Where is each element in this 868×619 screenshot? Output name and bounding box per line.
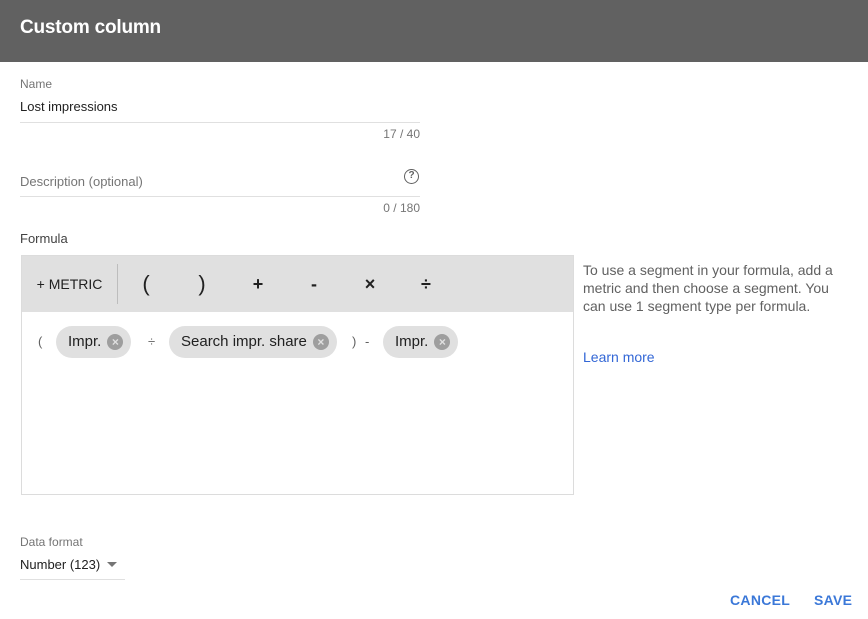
learn-more-link[interactable]: Learn more — [583, 349, 655, 365]
multiply-button[interactable]: × — [350, 256, 390, 312]
token-open-paren: ( — [38, 334, 43, 349]
data-format-underline — [20, 579, 125, 580]
divide-button[interactable]: ÷ — [406, 256, 446, 312]
add-metric-button[interactable]: + METRIC — [22, 256, 117, 312]
cancel-button[interactable]: CANCEL — [730, 592, 790, 608]
help-circle-icon[interactable]: ? — [404, 169, 419, 184]
description-input[interactable]: Description (optional) — [20, 174, 390, 189]
metric-chip-impr[interactable]: Impr. × — [56, 326, 132, 358]
name-input[interactable]: Lost impressions — [20, 99, 420, 114]
token-minus: - — [365, 334, 370, 349]
chip-label: Impr. — [68, 333, 102, 350]
name-underline — [20, 122, 420, 123]
dialog-title: Custom column — [20, 17, 161, 38]
data-format-label: Data format — [20, 535, 83, 549]
plus-button[interactable]: + — [238, 256, 278, 312]
toolbar-divider — [117, 264, 118, 304]
token-close-paren: ) — [352, 334, 357, 349]
formula-editor[interactable]: + METRIC ( ) + - × ÷ ( Impr. × ÷ Search … — [21, 255, 574, 495]
formula-expression[interactable]: ( Impr. × ÷ Search impr. share × ) - Imp… — [22, 312, 573, 494]
close-icon[interactable]: × — [107, 334, 124, 350]
chip-label: Impr. — [395, 333, 429, 350]
segment-help-text: To use a segment in your formula, add a … — [583, 262, 833, 314]
dropdown-arrow-icon[interactable] — [107, 562, 117, 567]
metric-chip-impr[interactable]: Impr. × — [383, 326, 459, 358]
formula-label: Formula — [20, 231, 68, 246]
close-paren-button[interactable]: ) — [182, 256, 222, 312]
metric-chip-search-impr-share[interactable]: Search impr. share × — [169, 326, 337, 358]
close-icon[interactable]: × — [434, 334, 451, 350]
description-counter: 0 / 180 — [383, 201, 420, 215]
name-counter: 17 / 40 — [383, 127, 420, 141]
data-format-select[interactable]: Number (123) — [20, 557, 100, 572]
chip-label: Search impr. share — [181, 333, 307, 350]
minus-button[interactable]: - — [294, 256, 334, 312]
dialog-header: Custom column — [0, 0, 868, 62]
name-label: Name — [20, 77, 53, 91]
token-divide: ÷ — [148, 334, 156, 349]
save-button[interactable]: SAVE — [814, 592, 852, 608]
close-icon[interactable]: × — [312, 334, 329, 350]
open-paren-button[interactable]: ( — [126, 256, 166, 312]
formula-toolbar: + METRIC ( ) + - × ÷ — [22, 256, 573, 312]
description-underline — [20, 196, 420, 197]
